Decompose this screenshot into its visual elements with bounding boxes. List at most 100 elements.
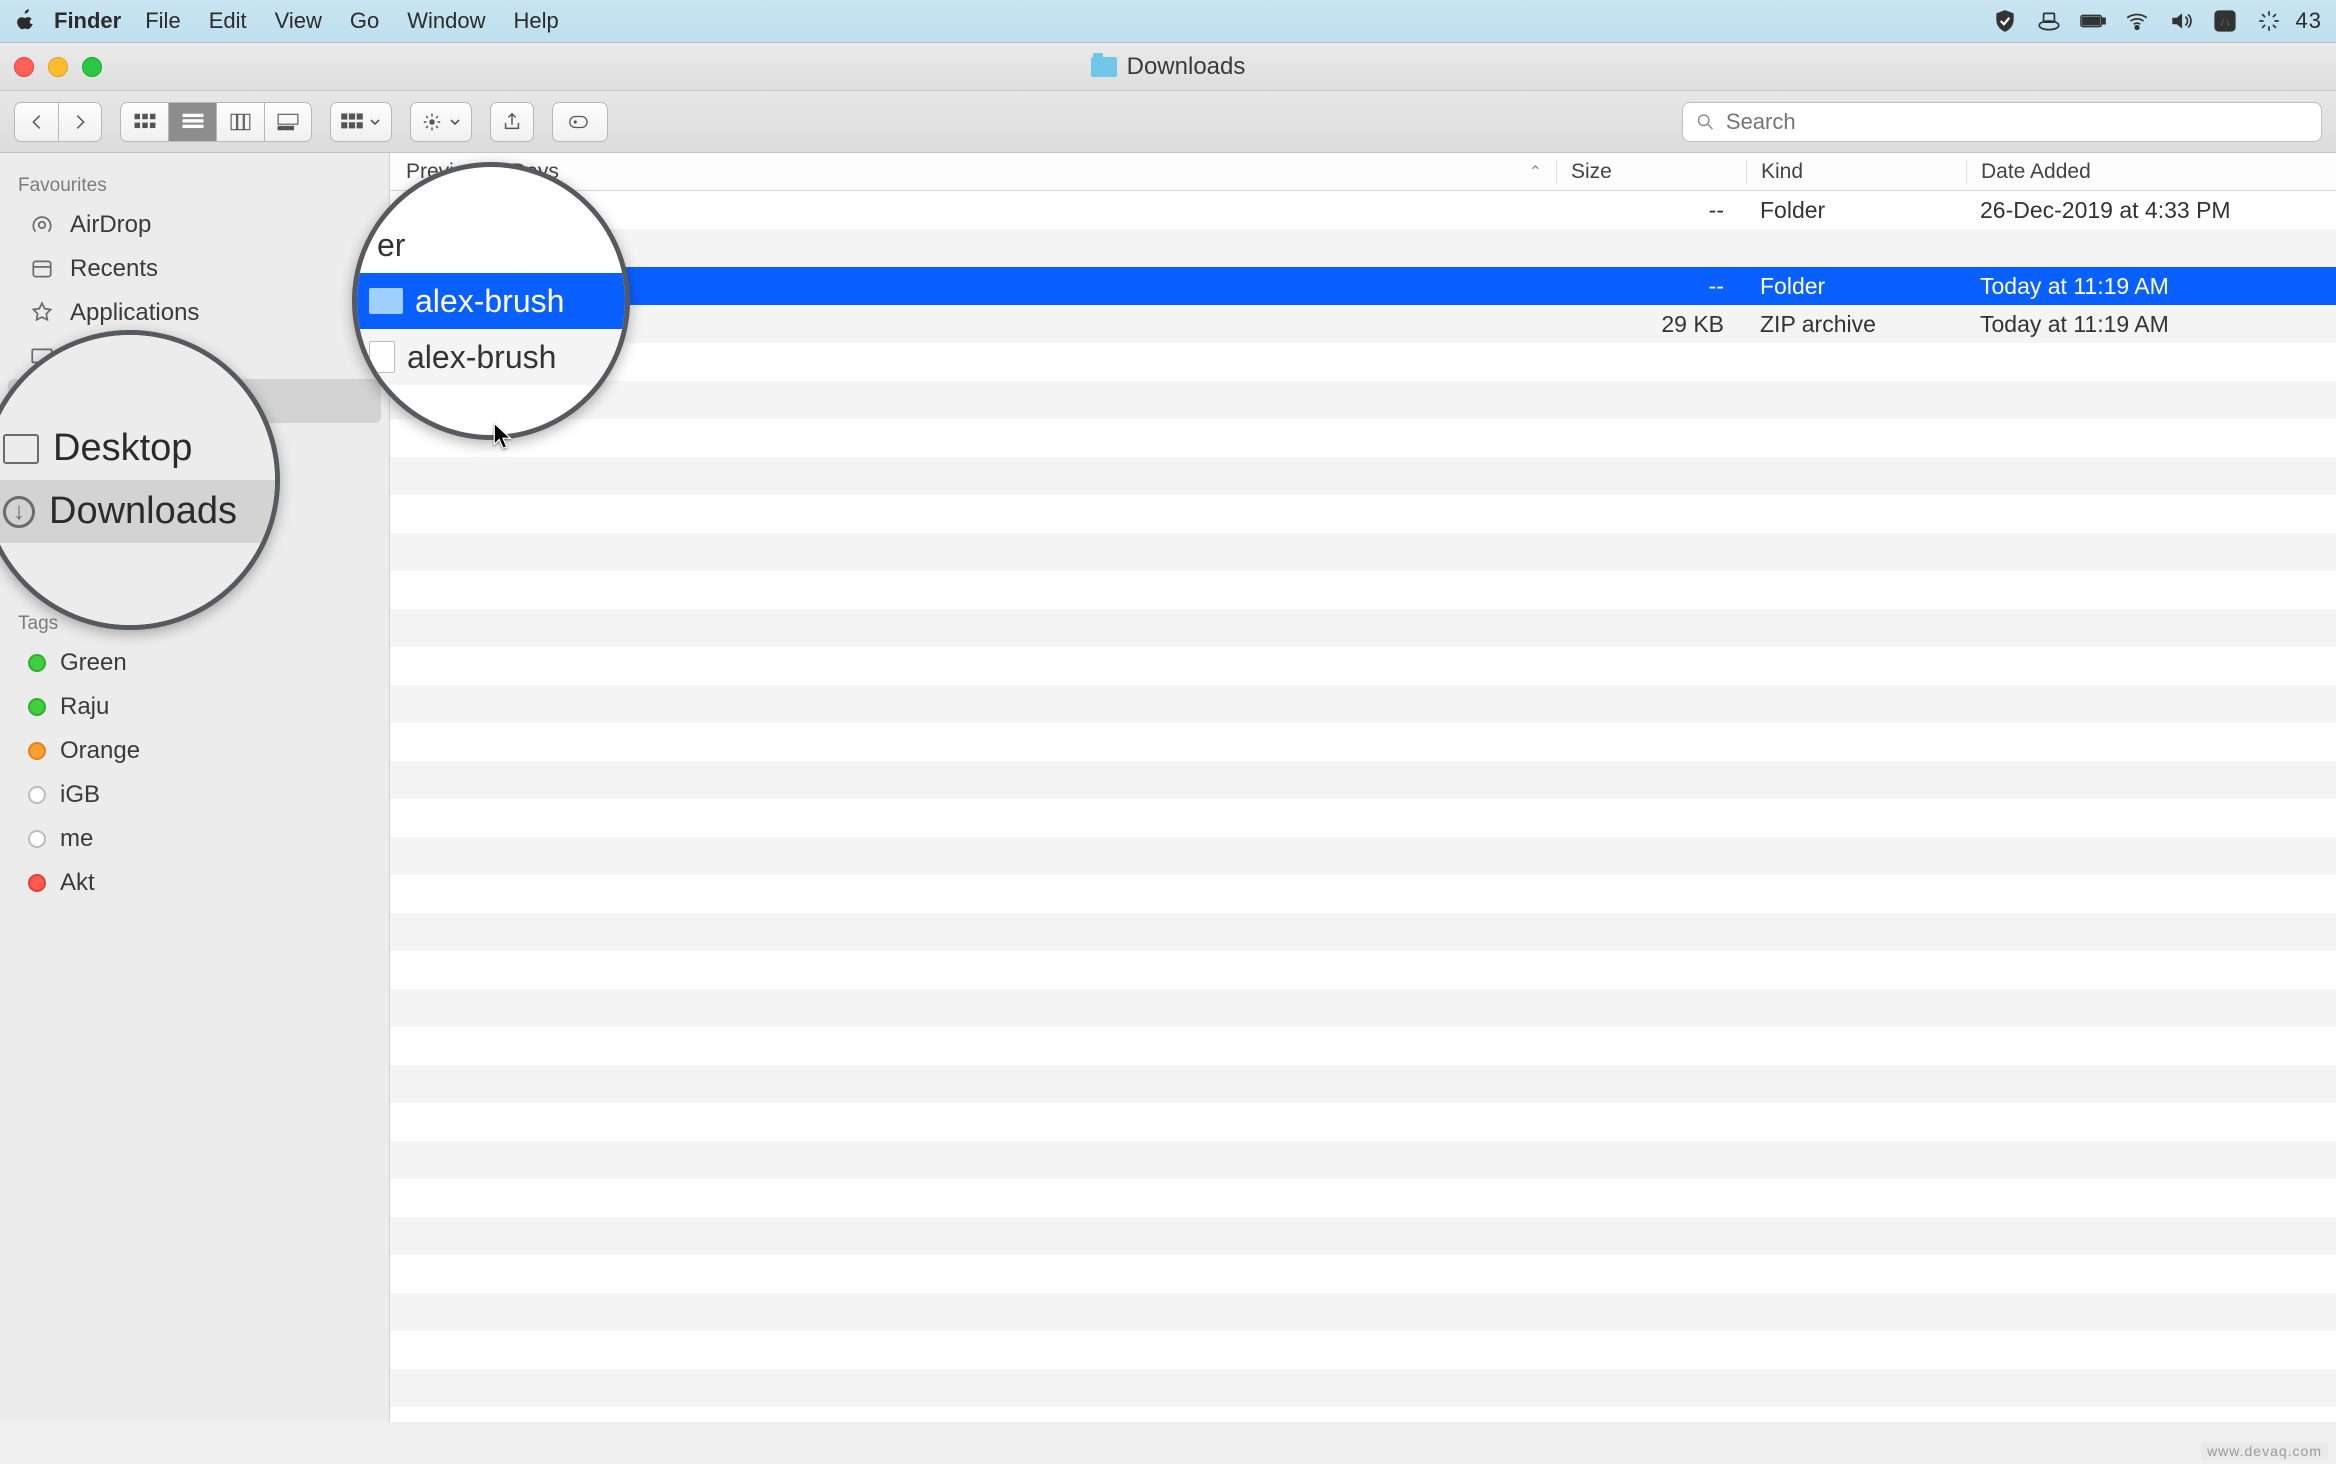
- view-list-button[interactable]: [168, 102, 216, 142]
- sidebar-tag-orange[interactable]: Orange: [0, 729, 389, 773]
- column-header-kind[interactable]: Kind: [1746, 160, 1966, 184]
- window-minimize-button[interactable]: [48, 57, 68, 77]
- file-row[interactable]: [390, 229, 2336, 267]
- view-icon-button[interactable]: [120, 102, 168, 142]
- vm-icon[interactable]: [2032, 8, 2066, 34]
- sidebar-item-label: Network: [70, 545, 158, 573]
- sidebar-tag-green[interactable]: Green: [0, 641, 389, 685]
- sidebar-item-airdrop[interactable]: AirDrop: [0, 203, 389, 247]
- column-header-name[interactable]: Previous 7 Days ⌃: [390, 160, 1556, 184]
- airdrop-icon: [28, 212, 56, 238]
- view-mode-segmented: [120, 102, 312, 142]
- search-icon: [1695, 111, 1716, 133]
- window-zoom-button[interactable]: [82, 57, 102, 77]
- search-input[interactable]: [1726, 109, 2309, 135]
- sidebar-item-label: Recents: [70, 255, 158, 283]
- finder-toolbar: [0, 91, 2336, 153]
- file-row[interactable]: alex-brush 29 KB ZIP archive Today at 11…: [390, 305, 2336, 343]
- menu-edit[interactable]: Edit: [209, 8, 247, 34]
- applications-icon: [28, 300, 56, 326]
- downloads-icon: [28, 388, 56, 414]
- folder-icon: [414, 276, 440, 296]
- title-folder-icon: [1091, 57, 1117, 77]
- finder-window: Downloads: [0, 42, 2336, 1422]
- sidebar-item-downloads[interactable]: Downloads: [8, 379, 381, 423]
- tag-dot-icon: [28, 698, 46, 716]
- app-name[interactable]: Finder: [54, 8, 121, 34]
- file-kind: Folder: [1746, 197, 1966, 224]
- apple-menu-icon[interactable]: [14, 6, 36, 37]
- sidebar-item-network[interactable]: Network: [0, 537, 389, 581]
- file-row[interactable]: -- Folder 26-Dec-2019 at 4:33 PM: [390, 191, 2336, 229]
- sidebar-tag-me[interactable]: me: [0, 817, 389, 861]
- tag-dot-icon: [28, 830, 46, 848]
- finder-sidebar: Favourites AirDrop Recents Applications …: [0, 153, 390, 1422]
- macos-menubar: Finder File Edit View Go Window Help A 4…: [0, 0, 2336, 42]
- sidebar-tag-raju[interactable]: Raju: [0, 685, 389, 729]
- menu-file[interactable]: File: [145, 8, 180, 34]
- shield-icon[interactable]: [1988, 8, 2022, 34]
- window-traffic-lights: [14, 57, 102, 77]
- file-kind: ZIP archive: [1746, 311, 1966, 338]
- sync-icon[interactable]: [2252, 8, 2286, 34]
- share-button[interactable]: [490, 102, 534, 142]
- battery-icon[interactable]: [2076, 8, 2110, 34]
- tag-dot-icon: [28, 654, 46, 672]
- file-name: alex-brush: [452, 311, 559, 338]
- tag-dot-icon: [28, 742, 46, 760]
- view-gallery-button[interactable]: [264, 102, 312, 142]
- zip-icon: [414, 314, 440, 334]
- menu-view[interactable]: View: [275, 8, 322, 34]
- folder-icon: [414, 238, 440, 258]
- sidebar-item-applications[interactable]: Applications: [0, 291, 389, 335]
- wifi-icon[interactable]: [2120, 8, 2154, 34]
- file-name: alex-brush: [452, 273, 559, 300]
- icloud-icon: [28, 432, 56, 458]
- window-close-button[interactable]: [14, 57, 34, 77]
- sidebar-item-recents[interactable]: Recents: [0, 247, 389, 291]
- menu-help[interactable]: Help: [514, 8, 559, 34]
- menu-go[interactable]: Go: [350, 8, 379, 34]
- file-size: --: [1556, 197, 1746, 224]
- file-row[interactable]: alex-brush -- Folder Today at 11:19 AM: [390, 267, 2336, 305]
- sidebar-item-label: Orange: [60, 737, 140, 765]
- sort-caret-icon: ⌃: [1529, 162, 1542, 182]
- sidebar-header-tags: Tags: [0, 605, 389, 641]
- file-list-area: Previous 7 Days ⌃ Size Kind Date Added -…: [390, 153, 2336, 1422]
- sidebar-item-label: me: [60, 825, 93, 853]
- tag-dot-icon: [28, 786, 46, 804]
- file-size: --: [1556, 273, 1746, 300]
- sidebar-item-label: Akt: [60, 869, 95, 897]
- menu-window[interactable]: Window: [407, 8, 485, 34]
- column-header-size[interactable]: Size: [1556, 160, 1746, 184]
- sidebar-item-label: Raju: [60, 693, 109, 721]
- back-button[interactable]: [14, 102, 58, 142]
- menubar-clock[interactable]: 43: [2296, 8, 2322, 34]
- sidebar-item-label: Desktop: [70, 343, 158, 371]
- nav-buttons: [14, 102, 102, 142]
- sidebar-item-desktop[interactable]: Desktop: [0, 335, 389, 379]
- column-header-date[interactable]: Date Added: [1966, 160, 2336, 184]
- column-header-row: Previous 7 Days ⌃ Size Kind Date Added: [390, 153, 2336, 191]
- group-by-button[interactable]: [330, 102, 392, 142]
- forward-button[interactable]: [58, 102, 102, 142]
- view-column-button[interactable]: [216, 102, 264, 142]
- file-date: 26-Dec-2019 at 4:33 PM: [1966, 197, 2336, 224]
- sidebar-item-icloud[interactable]: iCloud Drive: [0, 423, 389, 467]
- search-field[interactable]: [1682, 102, 2322, 142]
- sidebar-tag-akt[interactable]: Akt: [0, 861, 389, 905]
- volume-icon[interactable]: [2164, 8, 2198, 34]
- file-date: Today at 11:19 AM: [1966, 311, 2336, 338]
- sidebar-header-favourites: Favourites: [0, 167, 389, 203]
- sidebar-item-label: iCloud Drive: [70, 431, 201, 459]
- folder-icon: [414, 200, 440, 220]
- file-date: Today at 11:19 AM: [1966, 273, 2336, 300]
- network-icon: [28, 546, 56, 572]
- sidebar-tag-igb[interactable]: iGB: [0, 773, 389, 817]
- file-kind: Folder: [1746, 273, 1966, 300]
- sidebar-header-locations: Locations: [0, 501, 389, 537]
- action-menu-button[interactable]: [410, 102, 472, 142]
- input-source-icon[interactable]: A: [2208, 8, 2242, 34]
- sidebar-item-label: Applications: [70, 299, 199, 327]
- tags-button[interactable]: [552, 102, 608, 142]
